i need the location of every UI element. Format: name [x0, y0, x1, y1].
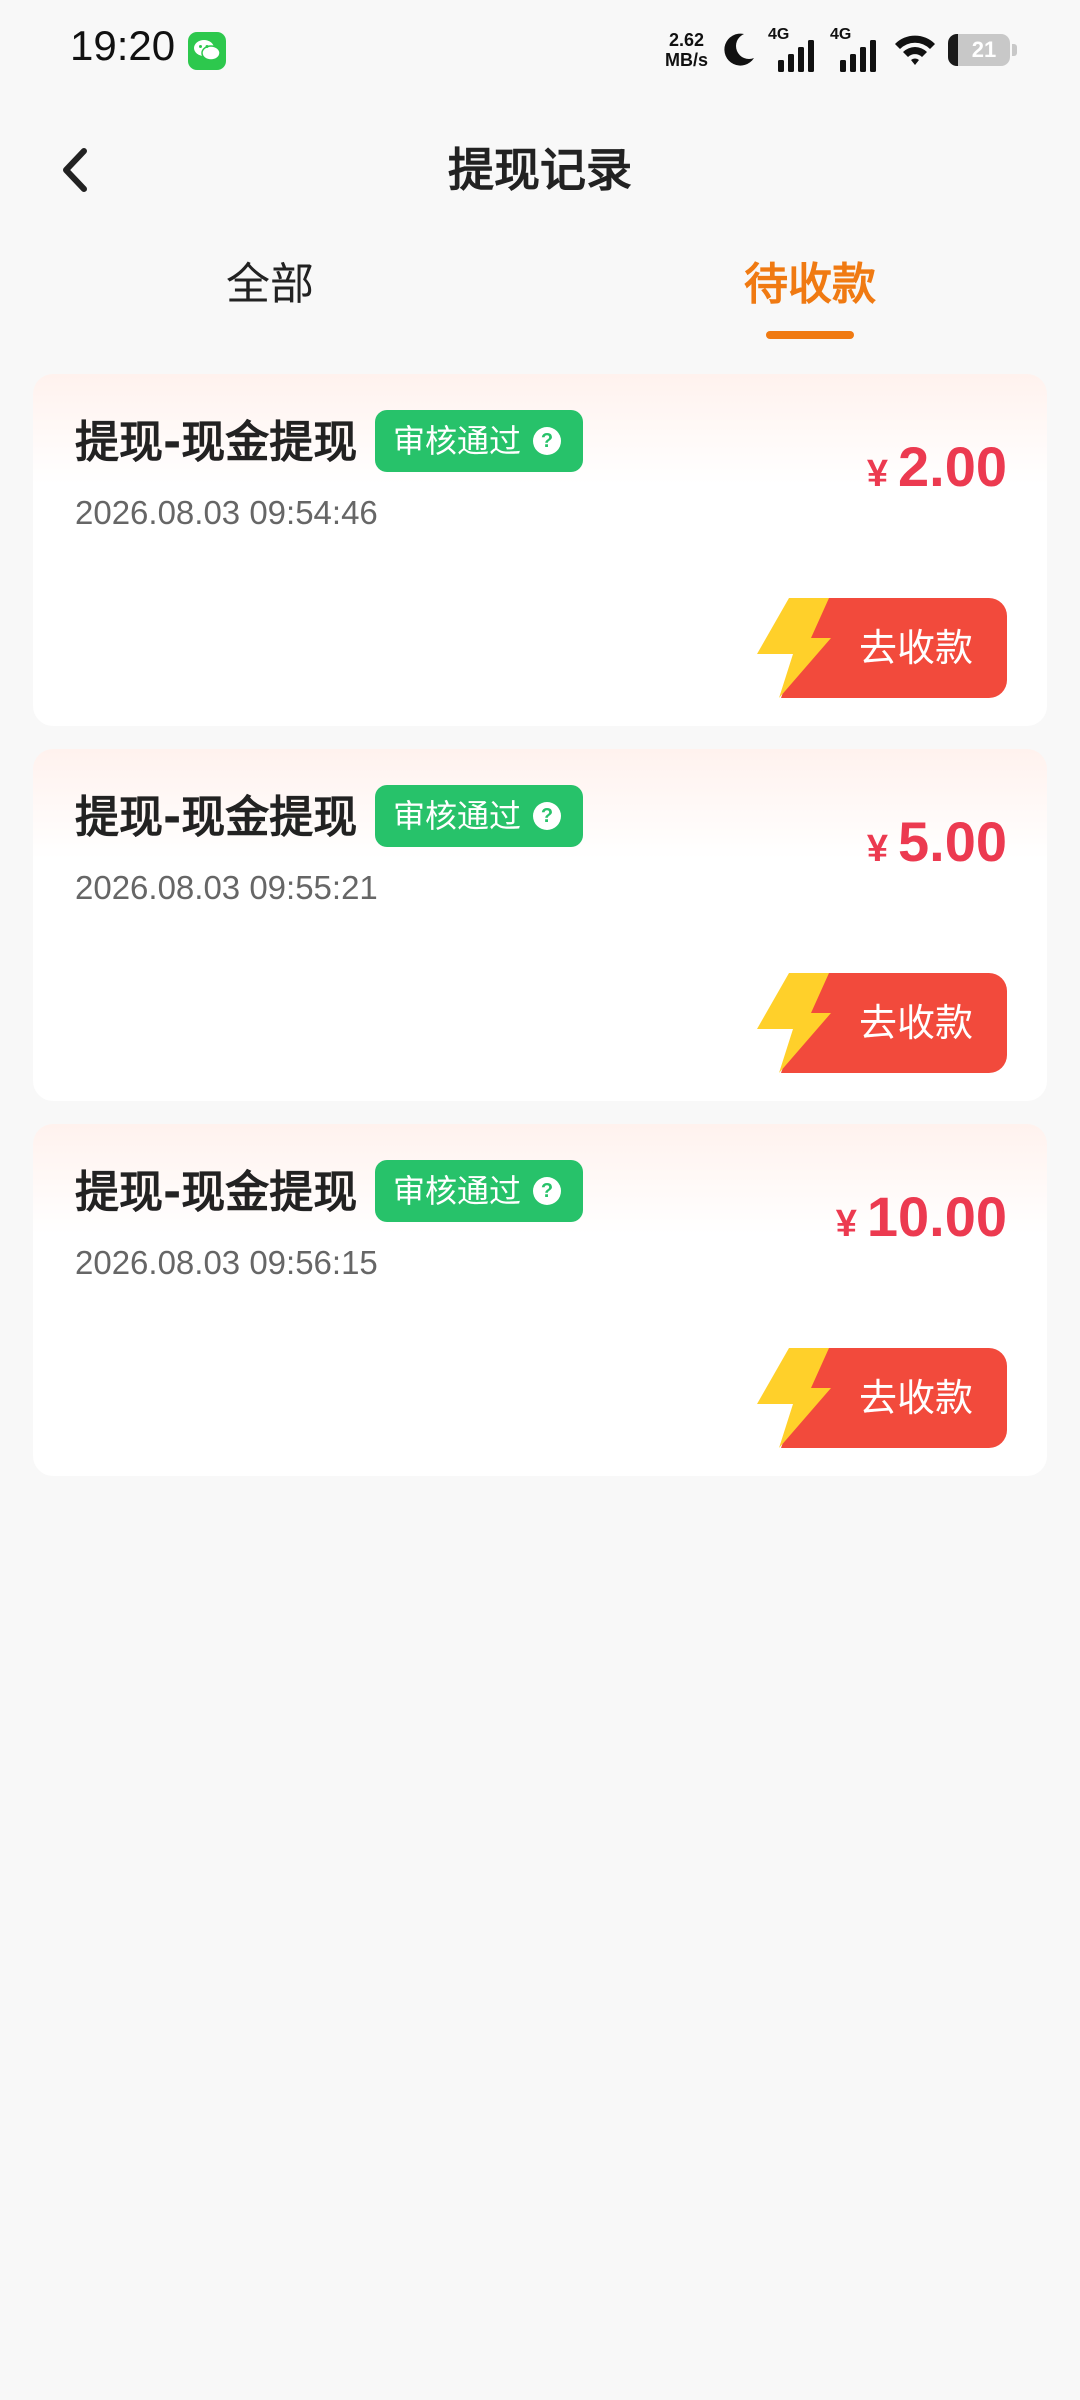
collect-button-label: 去收款	[858, 1001, 973, 1045]
status-time: 19:20	[70, 22, 176, 69]
lightning-bolt-icon	[757, 598, 831, 698]
currency-symbol: ¥	[835, 1203, 857, 1245]
help-icon[interactable]: ?	[533, 1177, 562, 1205]
collect-button[interactable]: 去收款	[757, 973, 1007, 1073]
collect-button[interactable]: 去收款	[757, 598, 1007, 698]
collect-button-label: 去收款	[858, 1376, 973, 1420]
amount-value: 2.00	[898, 435, 1007, 498]
status-badge-label: 审核通过	[393, 1172, 522, 1210]
help-icon[interactable]: ?	[533, 427, 562, 455]
amount-value: 5.00	[898, 810, 1007, 873]
collect-button-label: 去收款	[858, 626, 973, 670]
lightning-bolt-icon	[757, 973, 831, 1073]
withdrawal-record-card: 提现-现金提现 审核通过 ? 2026.08.03 09:54:46 ¥ 2.0…	[33, 374, 1047, 726]
net-speed-value: 2.62	[668, 30, 705, 50]
record-amount: ¥ 5.00	[867, 807, 1007, 877]
tab-pending[interactable]: 待收款	[660, 255, 960, 315]
status-icons: 2.62 MB/s 4G 4G 21	[665, 22, 1017, 78]
record-title: 提现-现金提现	[75, 792, 358, 843]
help-icon[interactable]: ?	[533, 802, 562, 830]
lightning-bolt-icon	[757, 1348, 831, 1448]
page-title: 提现记录	[448, 143, 632, 197]
signal-icon: 4G	[768, 26, 820, 74]
record-title: 提现-现金提现	[75, 1167, 358, 1218]
tab-all[interactable]: 全部	[120, 255, 420, 315]
record-time: 2026.08.03 09:54:46	[75, 494, 378, 531]
amount-value: 10.00	[866, 1185, 1007, 1248]
withdrawal-record-card: 提现-现金提现 审核通过 ? 2026.08.03 09:56:15 ¥ 10.…	[33, 1124, 1047, 1476]
wechat-icon	[188, 32, 226, 70]
record-title: 提现-现金提现	[75, 417, 358, 468]
record-amount: ¥ 10.00	[836, 1182, 1007, 1252]
status-badge[interactable]: 审核通过 ?	[375, 1160, 583, 1222]
status-badge[interactable]: 审核通过 ?	[375, 410, 583, 472]
status-badge-label: 审核通过	[393, 422, 522, 460]
signal-icon: 4G	[830, 26, 882, 74]
net-speed-unit: MB/s	[664, 50, 708, 70]
record-amount: ¥ 2.00	[867, 432, 1007, 502]
status-bar: 19:20 2.62 MB/s 4G 4G 21	[0, 0, 1080, 100]
status-badge[interactable]: 审核通过 ?	[375, 785, 583, 847]
wifi-icon	[895, 35, 935, 65]
record-time: 2026.08.03 09:56:15	[75, 1244, 378, 1281]
tab-active-indicator	[766, 331, 854, 339]
currency-symbol: ¥	[866, 828, 888, 870]
moon-icon	[724, 33, 754, 66]
collect-button[interactable]: 去收款	[757, 1348, 1007, 1448]
battery-icon: 21	[948, 34, 1017, 66]
currency-symbol: ¥	[866, 453, 888, 495]
status-badge-label: 审核通过	[393, 797, 522, 835]
net-speed: 2.62 MB/s	[665, 30, 708, 70]
record-time: 2026.08.03 09:55:21	[75, 869, 378, 906]
withdrawal-record-card: 提现-现金提现 审核通过 ? 2026.08.03 09:55:21 ¥ 5.0…	[33, 749, 1047, 1101]
